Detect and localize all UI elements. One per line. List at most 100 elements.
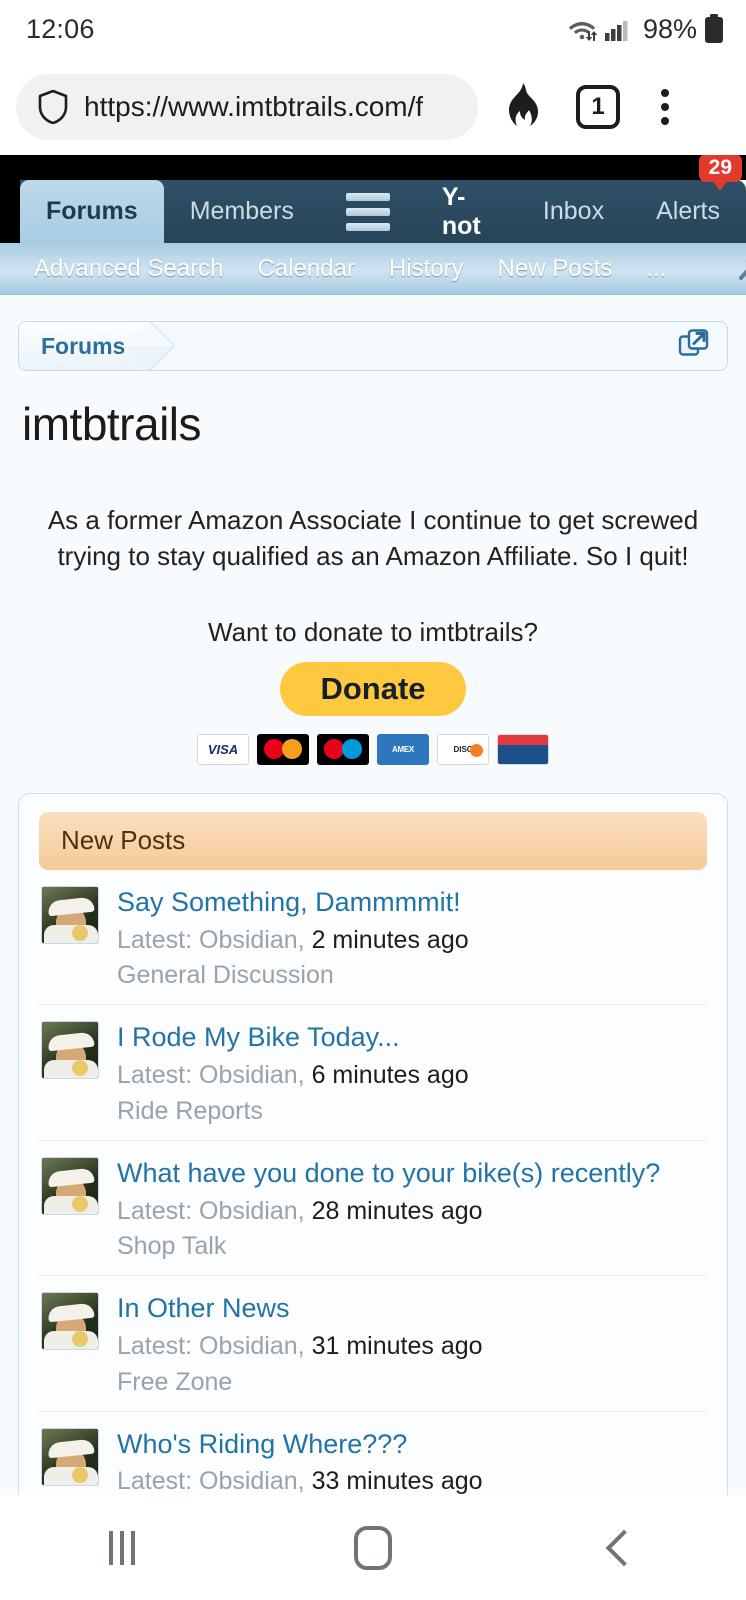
post-body: Who's Riding Where??? Latest: Obsidian, … bbox=[117, 1428, 705, 1496]
post-forum[interactable]: Ride Reports bbox=[117, 1097, 705, 1126]
post-time: 28 minutes ago bbox=[311, 1196, 483, 1225]
list-item[interactable]: What have you done to your bike(s) recen… bbox=[39, 1141, 707, 1277]
avatar bbox=[41, 1427, 99, 1486]
post-time: 33 minutes ago bbox=[311, 1467, 483, 1495]
new-posts-heading-label: New Posts bbox=[61, 825, 186, 856]
home-icon[interactable] bbox=[353, 1525, 392, 1570]
avatar bbox=[41, 1021, 99, 1080]
site-primary-nav: Forums Members Y-not Inbox 29 Alerts bbox=[0, 155, 746, 243]
subnav-new-posts[interactable]: New Posts bbox=[498, 255, 613, 283]
post-title[interactable]: What have you done to your bike(s) recen… bbox=[117, 1157, 705, 1190]
post-title[interactable]: Say Something, Dammmmit! bbox=[117, 886, 705, 919]
tab-switcher-button[interactable]: 1 bbox=[570, 84, 626, 129]
mastercard-icon bbox=[257, 733, 309, 765]
post-title[interactable]: I Rode My Bike Today... bbox=[117, 1021, 705, 1054]
subnav-calendar[interactable]: Calendar bbox=[257, 255, 354, 283]
post-meta: Latest: Obsidian, 28 minutes ago bbox=[117, 1195, 705, 1228]
post-forum[interactable]: Free Zone bbox=[117, 1368, 705, 1397]
maestro-icon bbox=[317, 733, 369, 765]
list-item[interactable]: Who's Riding Where??? Latest: Obsidian, … bbox=[39, 1412, 707, 1496]
donate-button[interactable]: Donate bbox=[280, 661, 466, 716]
nav-tab-members-label: Members bbox=[189, 197, 294, 225]
post-meta: Latest: Obsidian, 2 minutes ago bbox=[117, 924, 705, 957]
discover-icon: DISC bbox=[437, 733, 489, 765]
address-bar[interactable]: https://www.imtbtrails.com/f bbox=[16, 73, 478, 140]
android-status-bar: 12:06 98% bbox=[0, 0, 746, 58]
post-latest-prefix: Latest: Obsidian, bbox=[117, 1332, 305, 1360]
nav-user-ynot[interactable]: Y-not bbox=[416, 180, 517, 243]
page-title: imtbtrails bbox=[22, 398, 202, 450]
battery-percent: 98% bbox=[642, 13, 697, 44]
nav-alerts-label: Alerts bbox=[656, 197, 720, 225]
payment-card-logos: VISA AMEX DISC bbox=[18, 733, 728, 765]
breadcrumb: Forums bbox=[18, 321, 728, 371]
url-text: https://www.imtbtrails.com/f bbox=[84, 90, 424, 122]
breadcrumb-item-forums[interactable]: Forums bbox=[19, 322, 153, 370]
subnav-advanced-search[interactable]: Advanced Search bbox=[34, 255, 223, 283]
battery-icon bbox=[705, 14, 723, 43]
new-posts-panel: New Posts Say Something, Dammmmit! Lates… bbox=[18, 792, 728, 1496]
page-top-strip bbox=[0, 155, 746, 180]
nav-tab-members[interactable]: Members bbox=[164, 180, 320, 243]
recents-icon[interactable] bbox=[109, 1530, 136, 1565]
avatar bbox=[41, 1292, 99, 1351]
post-meta: Latest: Obsidian, 33 minutes ago bbox=[117, 1465, 705, 1495]
post-forum[interactable]: Shop Talk bbox=[117, 1232, 705, 1261]
nav-user-ynot-label: Y-not bbox=[441, 182, 481, 240]
shield-icon bbox=[38, 89, 68, 124]
post-meta: Latest: Obsidian, 6 minutes ago bbox=[117, 1059, 705, 1092]
post-latest-prefix: Latest: Obsidian, bbox=[117, 1196, 305, 1225]
wifi-icon bbox=[568, 22, 597, 41]
visa-icon: VISA bbox=[197, 733, 249, 765]
post-latest-prefix: Latest: Obsidian, bbox=[117, 1467, 305, 1495]
web-page-viewport: Forums Members Y-not Inbox 29 Alerts Adv… bbox=[0, 155, 746, 1495]
status-indicators: 98% bbox=[567, 14, 724, 45]
status-clock: 12:06 bbox=[26, 13, 95, 44]
american-express-icon: AMEX bbox=[377, 733, 429, 765]
flame-icon[interactable] bbox=[494, 82, 550, 132]
list-item[interactable]: In Other News Latest: Obsidian, 31 minut… bbox=[39, 1276, 707, 1412]
post-title[interactable]: Who's Riding Where??? bbox=[117, 1428, 705, 1461]
post-body: I Rode My Bike Today... Latest: Obsidian… bbox=[117, 1021, 705, 1125]
nav-tab-forums[interactable]: Forums bbox=[20, 180, 164, 243]
avatar bbox=[41, 885, 99, 944]
post-body: What have you done to your bike(s) recen… bbox=[117, 1157, 705, 1261]
subnav-history[interactable]: History bbox=[389, 255, 464, 283]
overflow-menu-icon[interactable] bbox=[642, 88, 688, 125]
subnav-more[interactable]: ... bbox=[646, 255, 666, 283]
post-latest-prefix: Latest: Obsidian, bbox=[117, 925, 305, 954]
post-time: 6 minutes ago bbox=[311, 1061, 469, 1090]
breadcrumb-item-forums-label: Forums bbox=[41, 332, 126, 359]
nav-alerts[interactable]: 29 Alerts bbox=[630, 155, 746, 243]
alerts-badge: 29 bbox=[698, 155, 742, 182]
post-latest-prefix: Latest: Obsidian, bbox=[117, 1061, 305, 1090]
external-link-icon[interactable] bbox=[677, 327, 711, 366]
diners-club-icon bbox=[497, 733, 549, 765]
search-icon[interactable] bbox=[734, 246, 746, 291]
nav-inbox[interactable]: Inbox bbox=[517, 180, 630, 243]
hamburger-menu-icon[interactable] bbox=[320, 180, 416, 243]
nav-inbox-label: Inbox bbox=[542, 197, 605, 225]
android-navigation-bar bbox=[0, 1495, 746, 1600]
donate-question: Want to donate to imtbtrails? bbox=[208, 616, 538, 647]
nav-tab-forums-label: Forums bbox=[46, 197, 138, 225]
tab-count: 1 bbox=[576, 84, 620, 129]
post-time: 2 minutes ago bbox=[311, 925, 469, 954]
post-body: Say Something, Dammmmit! Latest: Obsidia… bbox=[117, 886, 705, 990]
avatar bbox=[41, 1156, 99, 1215]
post-time: 31 minutes ago bbox=[311, 1332, 483, 1360]
post-forum[interactable]: General Discussion bbox=[117, 961, 705, 990]
new-posts-heading: New Posts bbox=[39, 811, 707, 870]
list-item[interactable]: Say Something, Dammmmit! Latest: Obsidia… bbox=[39, 870, 707, 1006]
back-icon[interactable] bbox=[605, 1529, 643, 1566]
post-meta: Latest: Obsidian, 31 minutes ago bbox=[117, 1330, 705, 1363]
cellular-signal-icon bbox=[604, 21, 628, 41]
browser-toolbar: https://www.imtbtrails.com/f 1 bbox=[0, 58, 746, 155]
post-body: In Other News Latest: Obsidian, 31 minut… bbox=[117, 1292, 705, 1396]
page-content: Forums imtbtrails As a former Amazon Ass… bbox=[0, 295, 746, 1495]
affiliate-notice: As a former Amazon Associate I continue … bbox=[47, 505, 699, 571]
post-title[interactable]: In Other News bbox=[117, 1292, 705, 1325]
list-item[interactable]: I Rode My Bike Today... Latest: Obsidian… bbox=[39, 1005, 707, 1141]
donate-button-wrapper: Donate bbox=[18, 661, 728, 716]
site-secondary-nav: Advanced Search Calendar History New Pos… bbox=[0, 243, 746, 295]
